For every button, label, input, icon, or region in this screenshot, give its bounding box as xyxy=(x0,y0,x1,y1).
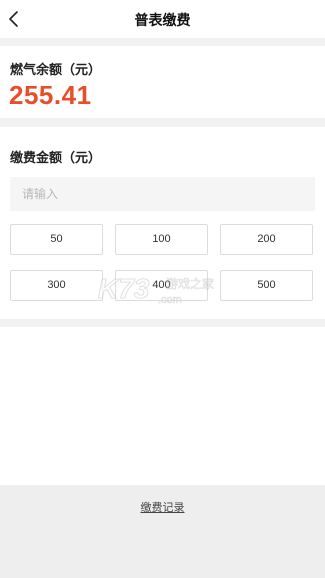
page-title: 普表缴费 xyxy=(134,13,191,29)
payment-records-link[interactable]: 缴费记录 xyxy=(0,499,325,515)
empty-content-area xyxy=(0,327,325,485)
amount-option-300[interactable]: 300 xyxy=(10,270,103,301)
svg-text:K73: K73 xyxy=(98,273,150,304)
watermark-logo: K73 游戏之家 .com xyxy=(96,268,236,308)
amount-option-100[interactable]: 100 xyxy=(115,224,208,255)
page: 普表缴费 燃气余额（元） 255.41 缴费金额（元） 50 100 200 3… xyxy=(0,0,325,578)
amount-option-200[interactable]: 200 xyxy=(220,224,313,255)
balance-card: 燃气余额（元） 255.41 xyxy=(0,46,325,118)
balance-label: 燃气余额（元） xyxy=(10,63,102,78)
payment-amount-label: 缴费金额（元） xyxy=(10,151,102,166)
balance-value: 255.41 xyxy=(9,80,92,110)
navbar: 普表缴费 xyxy=(0,0,325,38)
bottom-bar: 缴费记录 xyxy=(0,485,325,578)
amount-input[interactable] xyxy=(10,177,315,211)
amount-option-50[interactable]: 50 xyxy=(10,224,103,255)
svg-text:游戏之家: 游戏之家 xyxy=(166,276,214,291)
svg-text:.com: .com xyxy=(158,294,182,306)
